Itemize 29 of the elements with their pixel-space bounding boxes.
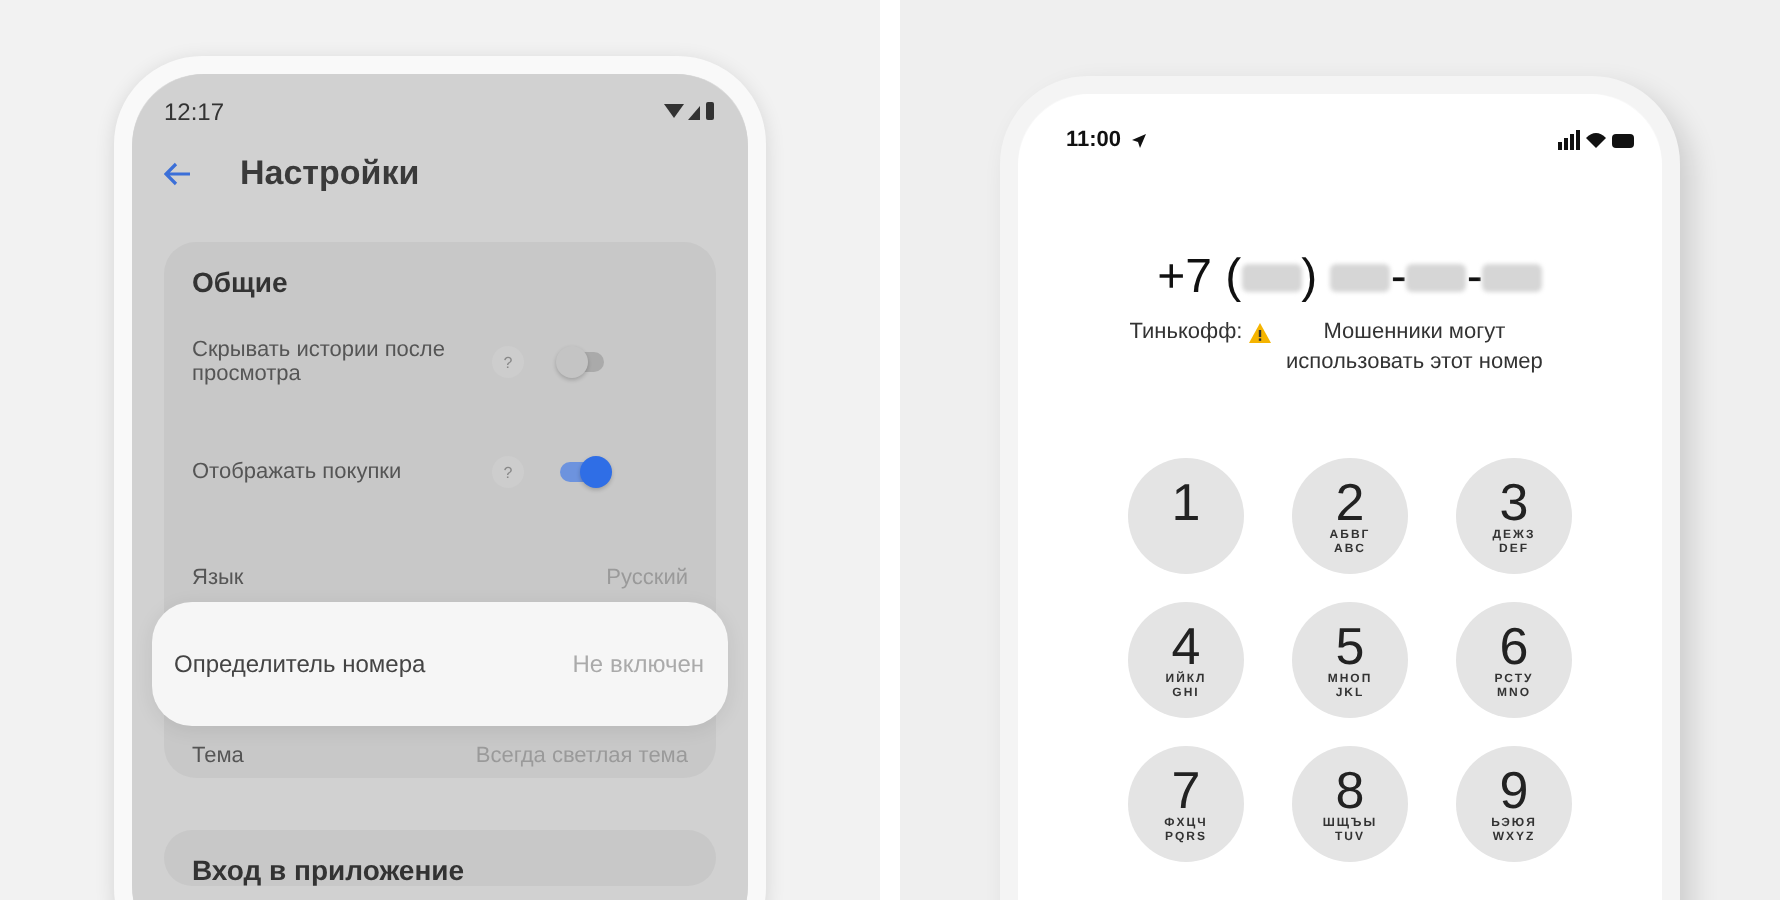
setting-value: Не включен <box>572 650 704 678</box>
screen-title: Настройки <box>240 154 420 194</box>
blurred-digits <box>1482 264 1543 292</box>
status-icons <box>1558 130 1634 150</box>
caller-name: Тинькофф: <box>1129 318 1243 348</box>
dial-key[interactable]: 1 <box>1128 458 1244 574</box>
status-time: 12:17 <box>164 98 225 126</box>
back-arrow-icon[interactable] <box>164 162 192 186</box>
phone-number-text: +7 ( <box>1157 250 1242 306</box>
setting-label: Определитель номера <box>174 650 428 678</box>
warning-message: Мошенники могут использовать этот номер <box>1284 318 1545 378</box>
setting-label: Скрывать истории после просмотра <box>192 338 447 386</box>
phone-number-text: ) <box>1301 250 1320 306</box>
blurred-digits <box>1241 264 1302 292</box>
phone-number-text: - <box>1466 250 1483 306</box>
setting-label: Отображать покупки <box>192 460 404 484</box>
blurred-digits <box>1330 264 1391 292</box>
setting-label: Язык <box>192 566 246 590</box>
blurred-digits <box>1406 264 1467 292</box>
warning-icon <box>1248 322 1273 344</box>
status-time: 11:00 <box>1066 128 1122 152</box>
section-title: Общие <box>192 266 290 298</box>
phone-number-text: - <box>1390 250 1407 306</box>
section-title: Вход в приложение <box>192 854 467 886</box>
location-arrow-icon <box>1129 131 1148 149</box>
setting-label: Тема <box>192 744 246 768</box>
toggle-switch[interactable] <box>560 352 604 372</box>
status-icons <box>664 102 716 122</box>
highlighted-row[interactable]: Определитель номера Не включен <box>152 602 728 726</box>
